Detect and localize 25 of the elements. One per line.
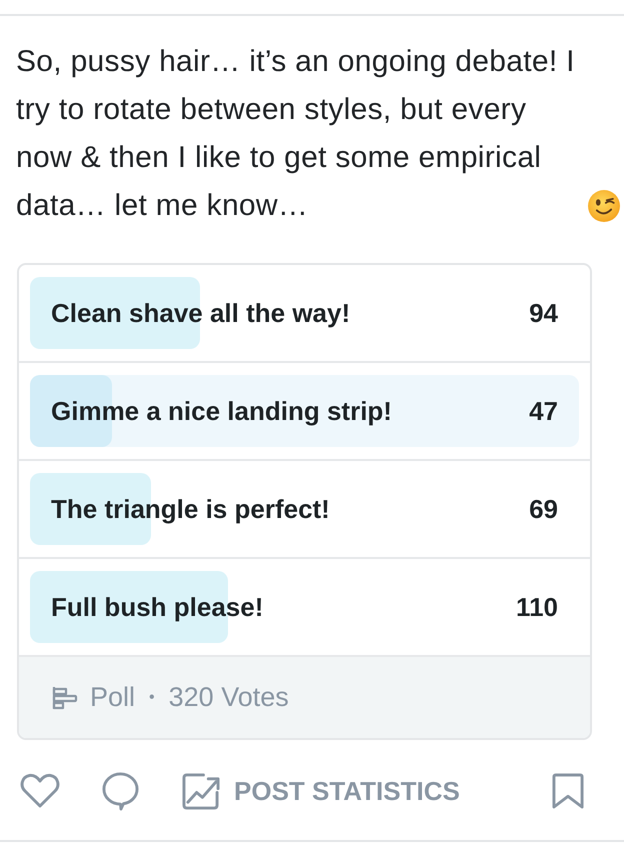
vote-total: 320 Votes [168,682,289,713]
bookmark-icon [552,773,584,809]
bookmark-button[interactable] [552,773,584,809]
vote-count: 47 [529,396,558,426]
like-button[interactable] [20,773,60,809]
option-label: Full bush please! [51,592,264,622]
option-label: The triangle is perfect! [51,494,330,524]
speech-bubble-icon [102,772,139,810]
chart-icon [182,772,221,810]
poll-icon [52,686,78,710]
separator-dot: • [149,688,155,706]
poll-option[interactable]: Full bush please! 110 [30,571,579,643]
heart-icon [20,773,60,809]
post-text: So, pussy hair… it’s an ongoing debate! I try to rotate between styles, but every now & then I like to get some empirical data… let me know… [16,44,576,224]
winking-face-icon [588,190,620,222]
poll-option[interactable]: Clean shave all the way! 94 [30,277,579,349]
option-label: Gimme a nice landing strip! [51,396,392,426]
vote-count: 110 [516,592,558,622]
vote-count: 94 [529,298,558,328]
vote-count: 69 [529,494,558,524]
option-label: Clean shave all the way! [51,298,350,328]
poll-option[interactable]: The triangle is perfect! 69 [30,473,579,545]
comment-button[interactable] [102,772,139,810]
poll-option[interactable]: Gimme a nice landing strip! 47 [30,375,579,447]
poll-label: Poll [90,682,136,713]
